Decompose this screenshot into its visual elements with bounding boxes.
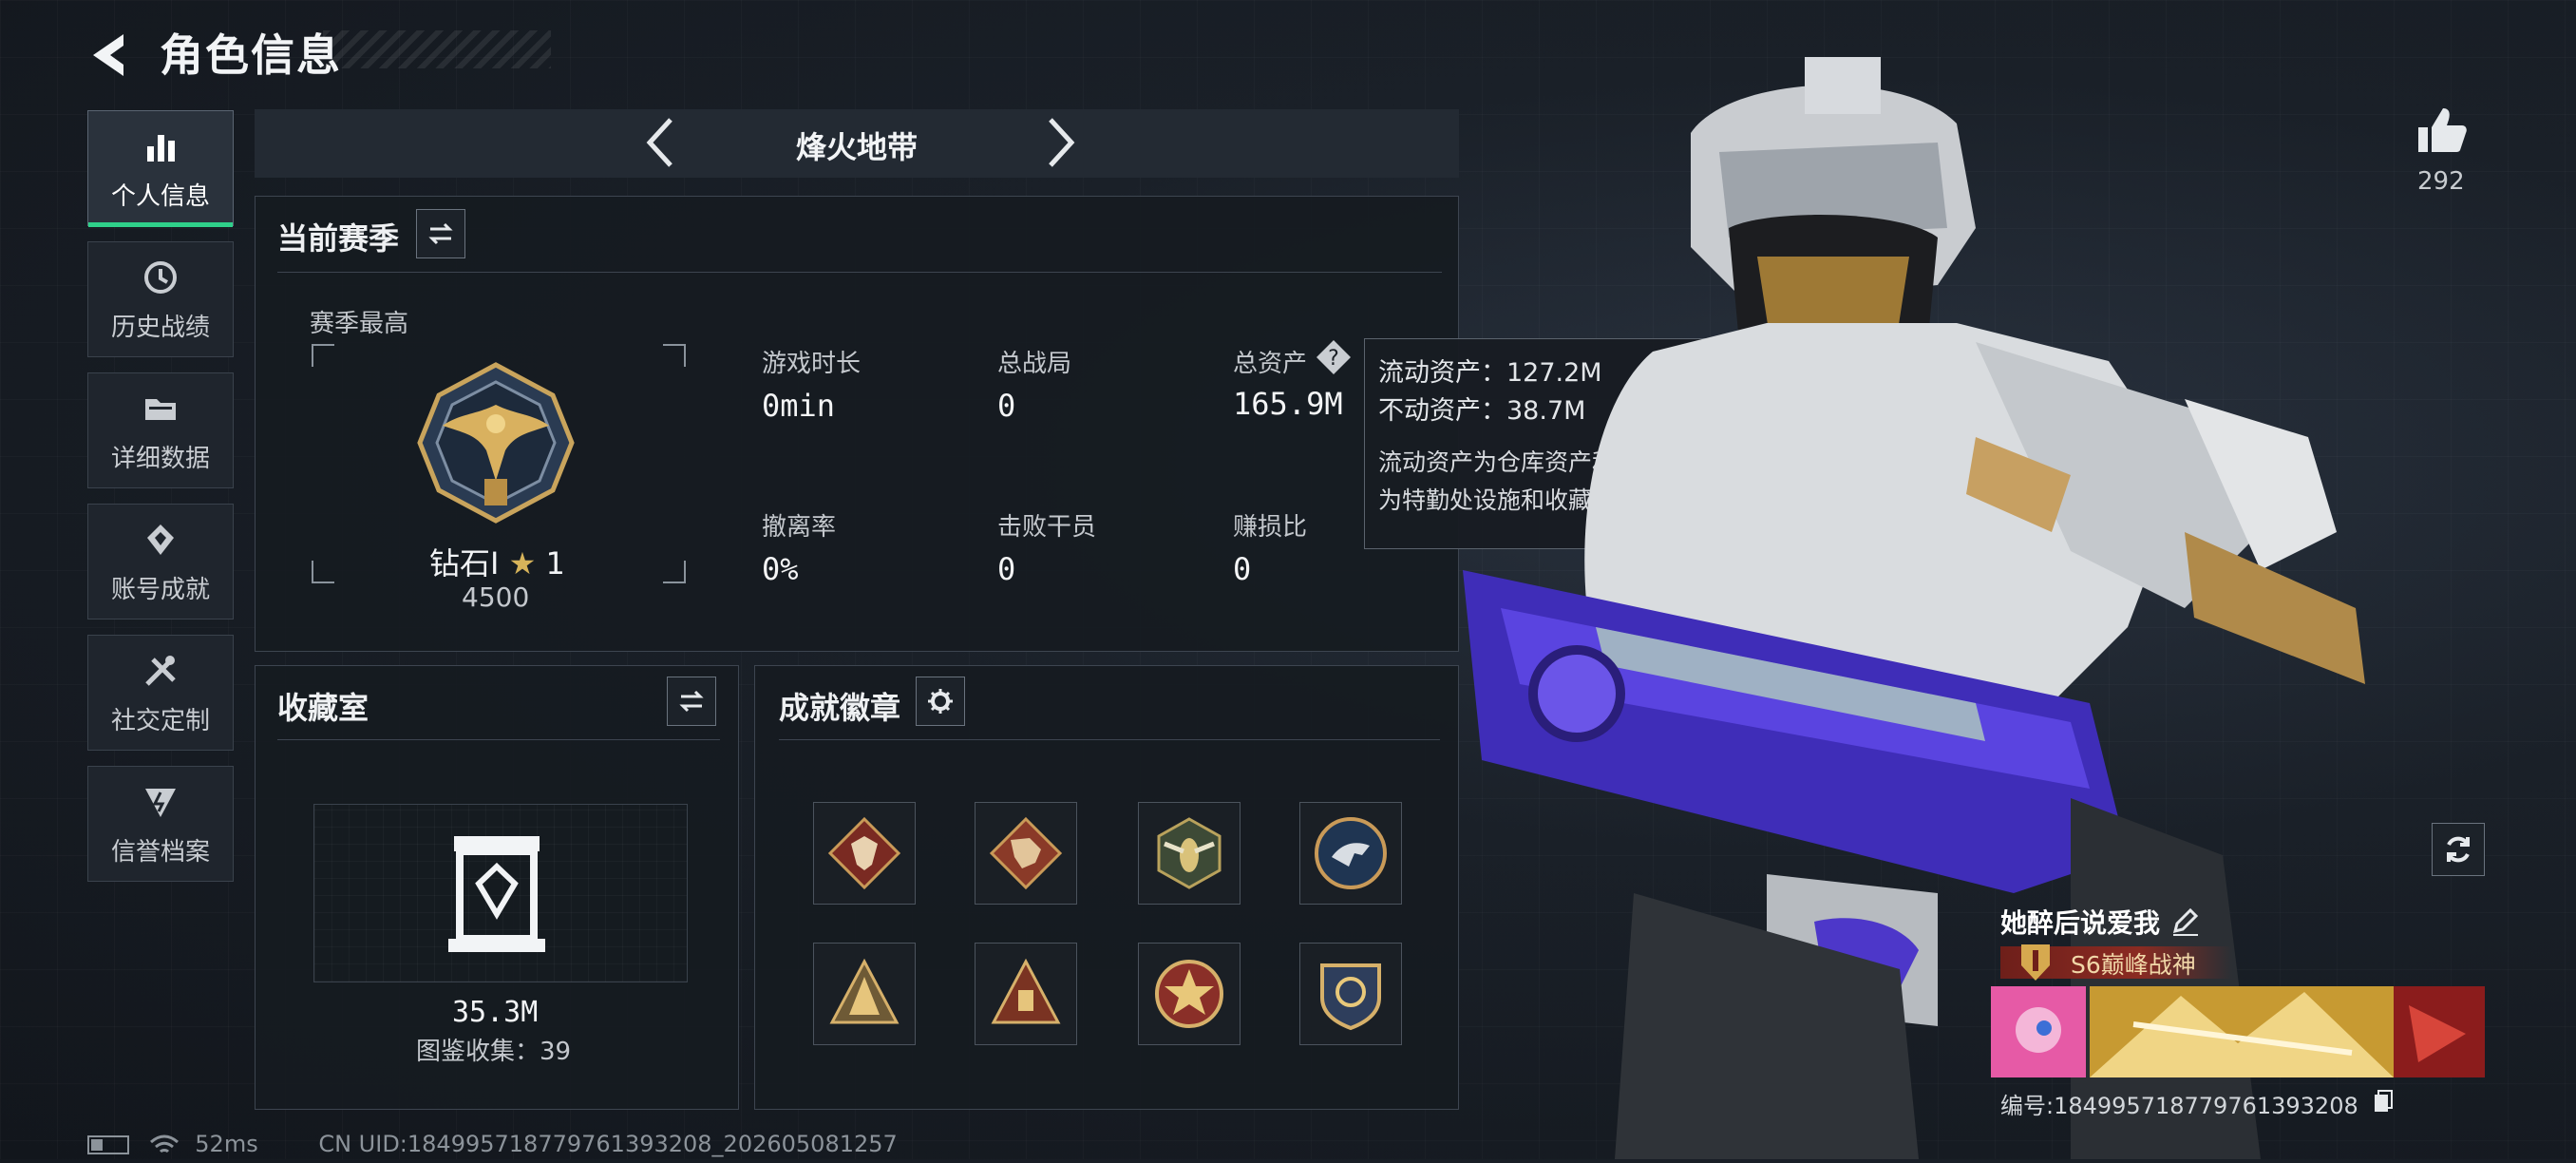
thumbs-up-icon <box>2418 108 2467 152</box>
stat-label-total-matches: 总战局 <box>997 350 1072 378</box>
frame-corner <box>312 344 334 367</box>
frame-corner <box>663 561 686 583</box>
stat-value-profit-ratio: 0 <box>1233 551 1252 587</box>
achievements-title: 成就徽章 <box>779 690 901 726</box>
stat-label-extraction-rate: 撤离率 <box>762 513 837 542</box>
svg-text:?: ? <box>1328 347 1339 371</box>
vault-icon <box>448 836 545 952</box>
dragon-badge-icon[interactable] <box>975 802 1077 905</box>
refresh-icon <box>2447 836 2470 863</box>
diamond-rank-icon <box>417 362 575 524</box>
battery-icon <box>87 1135 129 1154</box>
status-bar: 52ms CN UID:184995718779761393208_202605… <box>87 1131 898 1157</box>
rank-name-row: 钻石Ⅰ ★ 1 <box>429 540 565 583</box>
title-decoration <box>323 30 551 68</box>
stat-value-playtime: 0min <box>762 388 836 424</box>
achievement-icon <box>147 524 174 555</box>
frame-corner <box>312 561 334 583</box>
eagle-badge-icon[interactable] <box>1299 802 1402 905</box>
rank-star-icon: ★ <box>508 545 537 582</box>
pyramid-badge-icon[interactable] <box>813 943 916 1045</box>
nav-account-achievements[interactable]: 账号成就 <box>87 504 234 620</box>
ping-text: 52ms <box>195 1131 258 1157</box>
rank-level: 1 <box>545 545 565 582</box>
history-icon <box>144 260 177 294</box>
like-button[interactable] <box>2413 103 2470 160</box>
mode-title: 烽火地带 <box>795 129 918 165</box>
nav-label: 信誉档案 <box>110 837 210 867</box>
crest-badge-icon[interactable] <box>1299 943 1402 1045</box>
pencil-icon <box>2172 907 2199 936</box>
stat-label-playtime: 游戏时长 <box>762 350 862 378</box>
divider <box>277 739 720 740</box>
season-switch-button[interactable] <box>416 209 465 258</box>
edit-name-button[interactable] <box>2169 905 2202 937</box>
wifi-icon <box>149 1134 179 1153</box>
vault-icon-wrap <box>445 832 549 956</box>
chevron-right-icon <box>1049 118 1075 167</box>
nav-history[interactable]: 历史战绩 <box>87 241 234 357</box>
stat-label-operators-defeated: 击败干员 <box>997 513 1097 542</box>
copy-icon <box>2375 1090 2393 1112</box>
divider <box>277 272 1442 273</box>
back-button[interactable] <box>85 27 142 84</box>
stat-label-profit-ratio: 赚损比 <box>1233 513 1308 542</box>
nav-label: 社交定制 <box>110 706 210 735</box>
back-arrow-icon <box>93 34 123 76</box>
asset-info-button[interactable]: ? <box>1315 338 1353 376</box>
star-badge-icon[interactable] <box>1138 943 1241 1045</box>
rank-score: 4500 <box>462 582 530 613</box>
stat-value-total-matches: 0 <box>997 388 1016 424</box>
stat-label-total-assets: 总资产 <box>1233 350 1308 378</box>
swap-icon <box>679 690 704 713</box>
collection-catalog: 图鉴收集：39 <box>416 1038 572 1066</box>
hornet-badge-icon[interactable] <box>1138 802 1241 905</box>
nav-personal-info[interactable]: 个人信息 <box>87 110 234 227</box>
rank-crest-icon <box>2021 944 2050 981</box>
uid-text: CN UID:184995718779761393208_20260508125… <box>318 1131 898 1157</box>
season-best-label: 赛季最高 <box>310 310 409 338</box>
swap-icon <box>428 222 453 245</box>
shield-icon <box>145 788 176 817</box>
player-card-strip[interactable] <box>1991 986 2485 1077</box>
nav-detail-data[interactable]: 详细数据 <box>87 372 234 488</box>
nav-label: 详细数据 <box>110 444 210 473</box>
nav-label: 账号成就 <box>110 575 210 604</box>
season-title: 当前赛季 <box>277 220 400 257</box>
collection-title: 收藏室 <box>277 690 369 726</box>
collection-value: 35.3M <box>452 996 539 1029</box>
nav-label: 历史战绩 <box>110 313 210 342</box>
triangle-badge-icon[interactable] <box>975 943 1077 1045</box>
achievements-settings-button[interactable] <box>916 677 965 726</box>
rank-title: S6巅峰战神 <box>2071 951 2196 979</box>
divider <box>779 739 1440 740</box>
refresh-model-button[interactable] <box>2432 823 2485 876</box>
stat-value-total-assets: 165.9M <box>1233 386 1343 422</box>
frame-corner <box>663 344 686 367</box>
rank-name: 钻石Ⅰ <box>429 545 500 582</box>
collection-switch-button[interactable] <box>667 677 716 726</box>
nav-social-custom[interactable]: 社交定制 <box>87 635 234 751</box>
bar-chart-icon <box>147 134 175 162</box>
tools-icon <box>145 655 176 686</box>
stat-value-extraction-rate: 0% <box>762 551 799 587</box>
stat-value-operators-defeated: 0 <box>997 551 1016 587</box>
folder-icon <box>145 398 176 420</box>
nav-label: 个人信息 <box>110 181 210 211</box>
player-id: 编号:184995718779761393208 <box>2000 1093 2358 1119</box>
nav-credit-record[interactable]: 信誉档案 <box>87 766 234 882</box>
like-count: 292 <box>2417 167 2465 196</box>
page-title: 角色信息 <box>160 29 342 81</box>
question-icon: ? <box>1316 340 1351 374</box>
player-name: 她醉后说爱我 <box>2000 907 2161 939</box>
next-mode-button[interactable] <box>1041 114 1079 171</box>
copy-id-button[interactable] <box>2373 1089 2394 1114</box>
rank-tag-emblem <box>2019 941 2052 982</box>
wolf-badge-icon[interactable] <box>813 802 916 905</box>
player-card-art <box>1991 986 2485 1077</box>
rank-emblem <box>410 357 581 528</box>
gear-icon <box>928 689 953 714</box>
